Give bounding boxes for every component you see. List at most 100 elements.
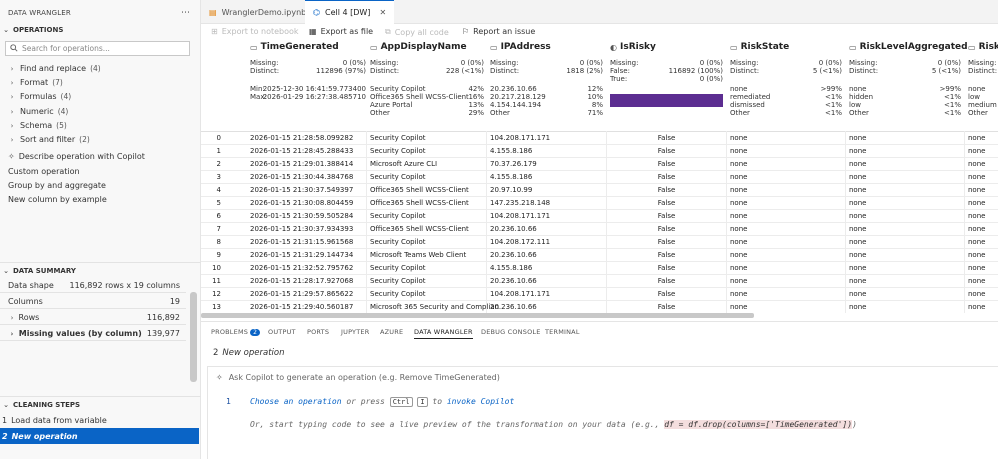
copy-code-button[interactable]: ⧉ Copy all code bbox=[385, 27, 449, 37]
report-issue-button[interactable]: ⚐ Report an issue bbox=[462, 27, 535, 36]
table-row[interactable]: 3 2026-01-15 21:30:44.384768 Security Copi… bbox=[201, 171, 998, 184]
panel-tabs: PROBLEMS 2 OUTPUT PORTS JUPYTER AZURE DAT… bbox=[201, 321, 998, 341]
table-row[interactable]: 2 2026-01-15 21:29:01.388414 Microsoft Azu… bbox=[201, 158, 998, 171]
table-cell: False bbox=[657, 134, 676, 142]
table-row[interactable]: 7 2026-01-15 21:30:37.934393 Office365 She… bbox=[201, 223, 998, 236]
table-cell: Microsoft Teams Web Client bbox=[370, 251, 467, 259]
cleaning-steps-header[interactable]: ⌄ CLEANING STEPS bbox=[0, 399, 201, 411]
column-header-riskstate[interactable]: ▭ RiskState Missing: 0 (0%) Distinct: 5 (… bbox=[730, 41, 842, 129]
code-editor[interactable]: ✧ Ask Copilot to generate an operation (… bbox=[207, 366, 998, 459]
code-hint-line: Or, start typing code to see a live prev… bbox=[250, 420, 857, 429]
table-cell: none bbox=[968, 134, 986, 142]
data-wrangler-icon: ⌬ bbox=[313, 8, 320, 17]
new-column-example-button[interactable]: New column by example bbox=[8, 195, 107, 204]
export-notebook-button[interactable]: ⊞ Export to notebook bbox=[211, 27, 299, 36]
column-header-risklevel[interactable]: ▭RiskL Missing: Distinct: none low mediu… bbox=[968, 41, 998, 129]
table-cell: none bbox=[968, 147, 986, 155]
close-icon[interactable]: ✕ bbox=[379, 8, 386, 17]
sidebar-header: DATA WRANGLER bbox=[8, 9, 71, 17]
table-row[interactable]: 1 2026-01-15 21:28:45.288433 Security Copi… bbox=[201, 145, 998, 158]
group-by-button[interactable]: Group by and aggregate bbox=[8, 181, 106, 190]
op-numeric[interactable]: › Numeric (4) bbox=[8, 107, 69, 116]
tab-azure[interactable]: AZURE bbox=[380, 328, 403, 336]
search-input[interactable]: Search for operations... bbox=[5, 41, 190, 56]
notebook-icon: ▤ bbox=[209, 7, 217, 17]
op-schema[interactable]: › Schema (5) bbox=[8, 121, 67, 130]
table-cell: 2026-01-15 21:31:29.144734 bbox=[250, 251, 354, 259]
horizontal-scrollbar[interactable] bbox=[201, 313, 754, 318]
op-find-replace[interactable]: › Find and replace (4) bbox=[8, 64, 101, 73]
table-cell: none bbox=[849, 134, 867, 142]
describe-copilot-button[interactable]: ✧ Describe operation with Copilot bbox=[8, 152, 145, 161]
tab-output[interactable]: OUTPUT bbox=[268, 328, 296, 336]
table-row[interactable]: 0 2026-01-15 21:28:58.099282 Security Copi… bbox=[201, 132, 998, 145]
table-row[interactable]: 12 2026-01-15 21:29:57.865622 Security Cop… bbox=[201, 288, 998, 301]
table-row[interactable]: 6 2026-01-15 21:30:59.505284 Security Copi… bbox=[201, 210, 998, 223]
column-header-timegenerated[interactable]: ▭ TimeGenerated Missing: 0 (0%) Distinct:… bbox=[250, 41, 366, 129]
chevron-right-icon: › bbox=[10, 329, 14, 338]
table-cell: 104.208.171.171 bbox=[490, 134, 551, 142]
divider bbox=[0, 262, 201, 263]
column-header-appdisplayname[interactable]: ▭ AppDisplayName Missing: 0 (0%) Distinct… bbox=[370, 41, 484, 129]
table-cell: 70.37.26.179 bbox=[490, 160, 537, 168]
table-cell: False bbox=[657, 251, 676, 259]
column-header-isrisky[interactable]: ◐ IsRisky Missing: 0 (0%) False: 116892 (… bbox=[610, 41, 723, 129]
sparkle-icon: ✧ bbox=[216, 373, 223, 382]
rows-row[interactable]: › Rows 116,892 bbox=[0, 310, 186, 325]
table-cell: none bbox=[968, 303, 986, 311]
table-cell: 2026-01-15 21:28:17.927068 bbox=[250, 277, 354, 285]
table-cell: 4.155.8.186 bbox=[490, 147, 533, 155]
column-header-risklevelaggregated[interactable]: ▭ RiskLevelAggregated Missing: 0 (0%) Dis… bbox=[849, 41, 968, 129]
table-row[interactable]: 10 2026-01-15 21:32:52.795762 Security Cop… bbox=[201, 262, 998, 275]
table-cell: Security Copilot bbox=[370, 173, 426, 181]
data-summary-header[interactable]: ⌄ DATA SUMMARY bbox=[0, 265, 201, 277]
table-cell: 104.208.171.171 bbox=[490, 290, 551, 298]
text-type-icon: ▭ bbox=[968, 42, 976, 52]
table-row[interactable]: 5 2026-01-15 21:30:08.804459 Office365 She… bbox=[201, 197, 998, 210]
table-row[interactable]: 13 2026-01-15 21:29:40.560187 Microsoft 36… bbox=[201, 301, 998, 313]
tab-terminal[interactable]: TERMINAL bbox=[545, 328, 580, 336]
table-cell: none bbox=[730, 264, 748, 272]
table-row[interactable]: 9 2026-01-15 21:31:29.144734 Microsoft Tea… bbox=[201, 249, 998, 262]
tab-problems[interactable]: PROBLEMS 2 bbox=[211, 328, 261, 336]
summary-scrollbar[interactable] bbox=[190, 292, 197, 382]
report-icon: ⚐ bbox=[462, 27, 470, 36]
table-cell: 20.236.10.66 bbox=[490, 303, 537, 311]
op-sort-filter[interactable]: › Sort and filter (2) bbox=[8, 135, 90, 144]
tab-ports[interactable]: PORTS bbox=[307, 328, 329, 336]
table-cell: Security Copilot bbox=[370, 277, 426, 285]
tab-jupyter[interactable]: JUPYTER bbox=[341, 328, 369, 336]
export-file-button[interactable]: ▦ Export as file bbox=[309, 27, 373, 36]
tab-debug-console[interactable]: DEBUG CONSOLE bbox=[481, 328, 541, 336]
table-cell: 104.208.172.111 bbox=[490, 238, 551, 246]
choose-operation-link[interactable]: Choose an operation bbox=[250, 397, 342, 406]
tab-wrangler-demo[interactable]: ▤ WranglerDemo.ipynb bbox=[201, 0, 314, 24]
table-cell: False bbox=[657, 225, 676, 233]
line-number: 1 bbox=[226, 397, 231, 406]
table-row[interactable]: 4 2026-01-15 21:30:37.549397 Office365 She… bbox=[201, 184, 998, 197]
table-cell: none bbox=[849, 186, 867, 194]
more-actions-icon[interactable]: ⋯ bbox=[181, 8, 190, 18]
table-cell: none bbox=[730, 173, 748, 181]
operations-section-header[interactable]: ⌄ OPERATIONS bbox=[0, 24, 201, 36]
table-row[interactable]: 8 2026-01-15 21:31:15.961568 Security Copi… bbox=[201, 236, 998, 249]
tab-cell-4-dw[interactable]: ⌬ Cell 4 [DW] ✕ bbox=[305, 0, 395, 24]
missing-values-row[interactable]: › Missing values (by column) 139,977 bbox=[0, 326, 186, 341]
step-load-data[interactable]: 1 Load data from variable bbox=[0, 412, 199, 428]
column-header-ipaddress[interactable]: ▭ IPAddress Missing: 0 (0%) Distinct: 181… bbox=[490, 41, 603, 129]
row-index: 6 bbox=[216, 212, 221, 220]
table-row[interactable]: 11 2026-01-15 21:28:17.927068 Security Cop… bbox=[201, 275, 998, 288]
editor-tabs: ▤ WranglerDemo.ipynb ⌬ Cell 4 [DW] ✕ bbox=[201, 0, 998, 24]
invoke-copilot-link[interactable]: invoke Copilot bbox=[447, 397, 514, 406]
table-cell: Microsoft Azure CLI bbox=[370, 160, 438, 168]
table-cell: none bbox=[730, 212, 748, 220]
boolean-type-icon: ◐ bbox=[610, 42, 617, 52]
chevron-right-icon: › bbox=[10, 78, 14, 87]
copilot-prompt-input[interactable]: ✧ Ask Copilot to generate an operation (… bbox=[216, 373, 500, 382]
tab-data-wrangler[interactable]: DATA WRANGLER bbox=[414, 328, 473, 339]
op-formulas[interactable]: › Formulas (4) bbox=[8, 92, 72, 101]
table-cell: Office365 Shell WCSS-Client bbox=[370, 199, 469, 207]
custom-operation-button[interactable]: Custom operation bbox=[8, 167, 80, 176]
op-format[interactable]: › Format (7) bbox=[8, 78, 63, 87]
step-new-operation[interactable]: 2 New operation bbox=[0, 428, 199, 444]
